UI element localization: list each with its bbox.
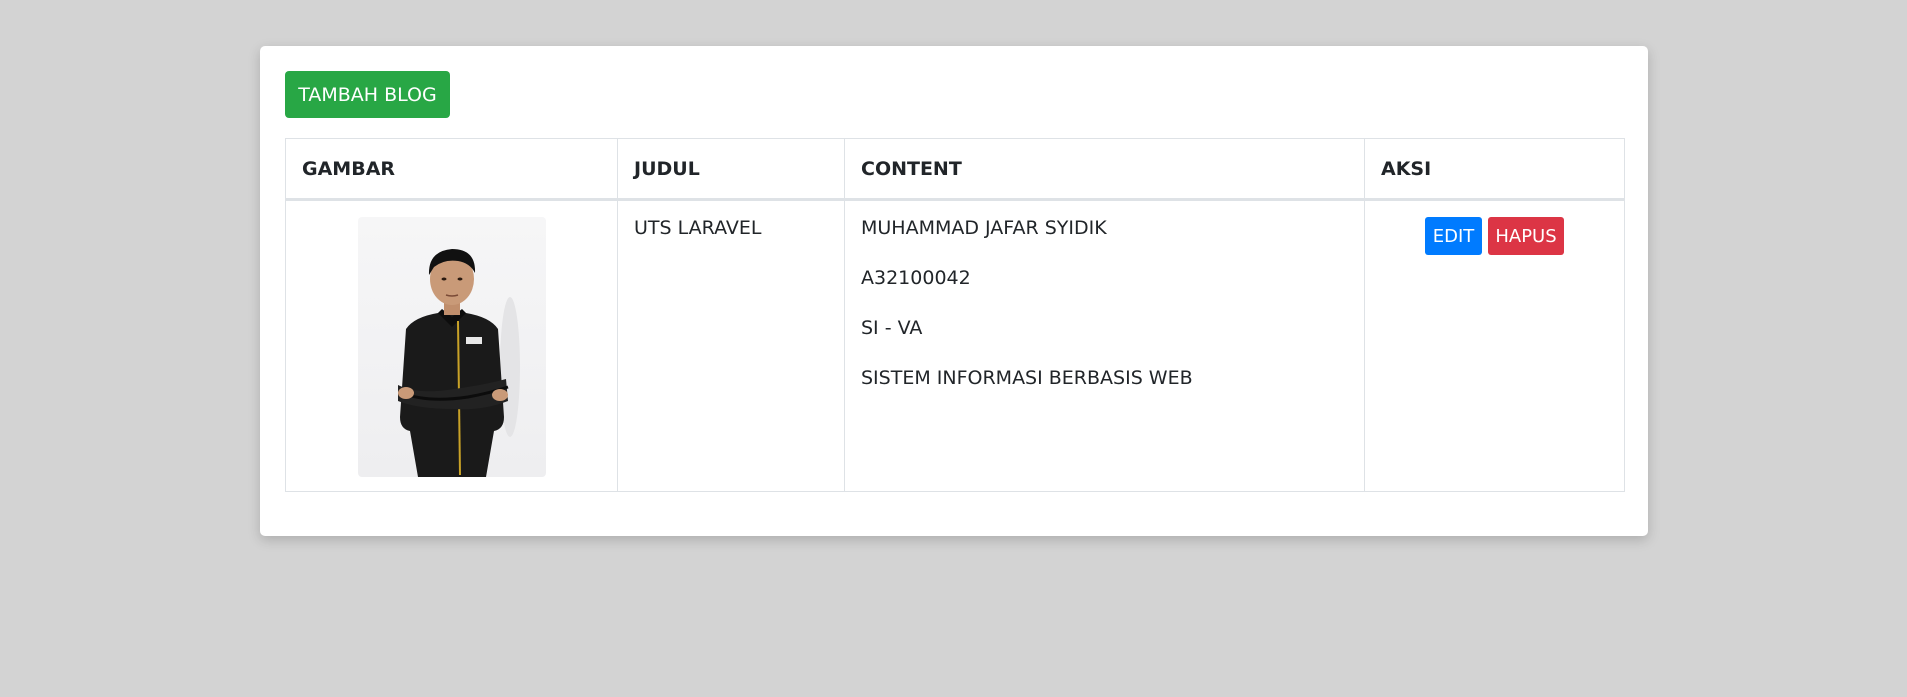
- table-header-row: GAMBAR JUDUL CONTENT AKSI: [285, 138, 1625, 201]
- table-header: GAMBAR JUDUL CONTENT AKSI: [285, 138, 1625, 201]
- image-cell: [285, 199, 618, 492]
- header-judul: JUDUL: [617, 138, 845, 201]
- content-course: SISTEM INFORMASI BERBASIS WEB: [861, 367, 1193, 389]
- delete-button[interactable]: HAPUS: [1488, 217, 1564, 255]
- title-cell: UTS LARAVEL: [617, 199, 845, 492]
- edit-button[interactable]: EDIT: [1425, 217, 1482, 255]
- add-blog-button[interactable]: TAMBAH BLOG: [285, 71, 450, 118]
- blog-card: TAMBAH BLOG GAMBAR JUDUL CONTENT AKSI UT…: [260, 46, 1648, 536]
- person-illustration: [397, 249, 520, 477]
- content-name: MUHAMMAD JAFAR SYIDIK: [861, 217, 1107, 239]
- blog-table: GAMBAR JUDUL CONTENT AKSI UTS LARAVEL MU…: [285, 138, 1625, 492]
- content-cell: MUHAMMAD JAFAR SYIDIK A32100042 SI - VA …: [844, 199, 1365, 492]
- action-buttons: EDIT HAPUS: [1381, 217, 1608, 255]
- table-body: UTS LARAVEL MUHAMMAD JAFAR SYIDIK A32100…: [285, 199, 1625, 492]
- header-gambar: GAMBAR: [285, 138, 618, 201]
- content-class: SI - VA: [861, 317, 923, 339]
- header-aksi: AKSI: [1364, 138, 1625, 201]
- table-row: UTS LARAVEL MUHAMMAD JAFAR SYIDIK A32100…: [285, 199, 1625, 492]
- header-content: CONTENT: [844, 138, 1365, 201]
- content-nim: A32100042: [861, 267, 971, 289]
- action-cell: EDIT HAPUS: [1364, 199, 1625, 492]
- profile-photo: [357, 217, 546, 477]
